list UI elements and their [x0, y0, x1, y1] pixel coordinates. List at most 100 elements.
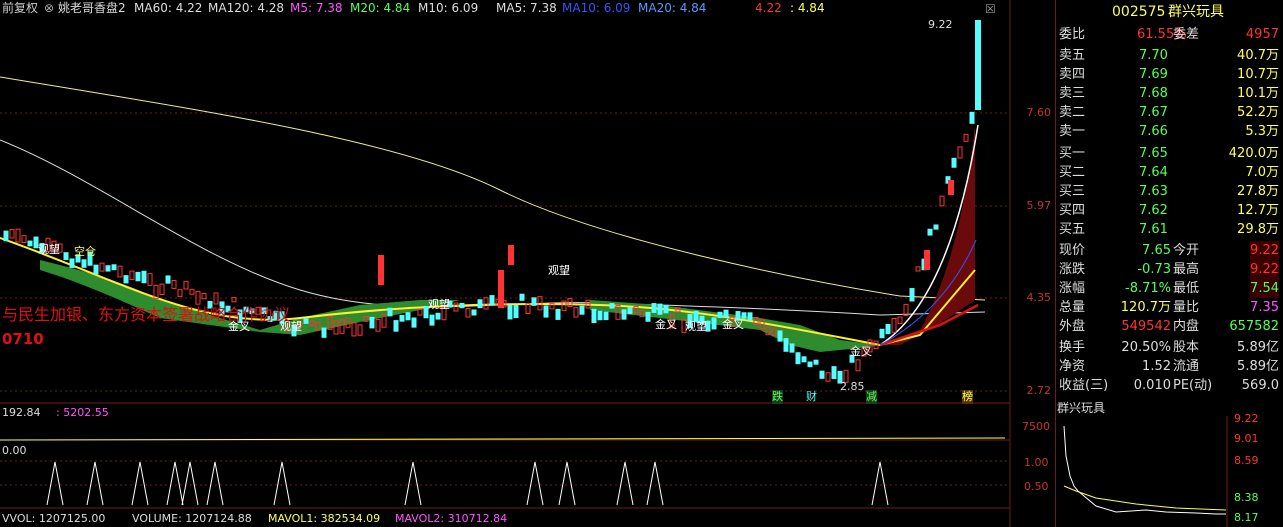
candle: [93, 264, 99, 275]
news-code: 0710: [2, 330, 44, 348]
settings-icon[interactable]: ⊗: [44, 1, 54, 15]
candle: [123, 275, 129, 284]
annotation: 观望: [685, 320, 707, 333]
candle: [141, 270, 147, 284]
fin-row[interactable]: 换手 20.50% 股本 5.89亿: [1055, 338, 1283, 357]
kline-chart[interactable]: [0, 0, 1050, 527]
candle: [783, 338, 789, 352]
quote-row[interactable]: 涨幅 -8.71% 最低 7.54: [1055, 279, 1283, 298]
candle: [879, 328, 885, 339]
candle: [801, 356, 807, 363]
candle: [975, 20, 981, 110]
mini-avg-line: [1063, 485, 1227, 511]
y-tick: 7.60: [1026, 106, 1052, 119]
ma60-value: MA60: 4.22: [134, 1, 203, 15]
ind3-tick: 0.50: [1024, 480, 1049, 493]
y-tick: 2.72: [1026, 384, 1052, 397]
candle: [609, 303, 615, 309]
candle: [393, 320, 399, 332]
candle: [579, 305, 585, 315]
buy-row[interactable]: 买一 7.65 420.0万: [1055, 144, 1283, 163]
candle: [81, 259, 87, 268]
candle: [747, 312, 753, 321]
candle: [405, 312, 411, 321]
quote-row[interactable]: 外盘 549542 内盘 657582: [1055, 317, 1283, 336]
candle: [555, 308, 561, 320]
vvol-value: VVOL: 1207125.00: [2, 512, 106, 525]
low-label: 2.85: [840, 380, 865, 393]
sell-row[interactable]: 卖四 7.69 10.7万: [1055, 65, 1283, 84]
candle: [135, 271, 141, 282]
quote-row[interactable]: 涨跌 -0.73 最高 9.22: [1055, 260, 1283, 279]
ma20-value: MA20: 4.84: [638, 1, 707, 15]
candle: [627, 307, 633, 315]
candle: [603, 311, 609, 321]
stock-code: 002575: [1112, 4, 1166, 20]
fin-row[interactable]: 净资 1.52 流通 5.89亿: [1055, 357, 1283, 376]
candle: [165, 275, 171, 284]
candle: [489, 295, 495, 306]
restore-label[interactable]: 前复权: [2, 1, 38, 15]
sell-row[interactable]: 卖三 7.68 10.1万: [1055, 84, 1283, 103]
candle: [969, 111, 975, 124]
sell-row[interactable]: 卖二 7.67 52.2万: [1055, 103, 1283, 122]
candle: [621, 309, 627, 320]
candle: [924, 250, 930, 270]
weibi-row: 委比 61.55% 委差 4957: [1059, 27, 1279, 42]
candle: [513, 305, 519, 319]
quote-row[interactable]: 现价 7.65 今开 9.22: [1055, 241, 1283, 260]
candle: [933, 224, 939, 230]
candle: [831, 366, 837, 379]
buy-row[interactable]: 买二 7.64 7.0万: [1055, 163, 1283, 182]
sell-row[interactable]: 卖五 7.70 40.7万: [1055, 46, 1283, 65]
buy-row[interactable]: 买三 7.63 27.8万: [1055, 182, 1283, 201]
mavol2-value: MAVOL2: 310712.84: [395, 512, 508, 525]
buy-row[interactable]: 买四 7.62 12.7万: [1055, 201, 1283, 220]
signal-die: 跌: [772, 390, 783, 404]
candle: [507, 304, 513, 320]
m5-value: M5: 7.38: [290, 1, 343, 15]
candle: [951, 157, 957, 168]
indicator-name[interactable]: 姚老哥香盘2: [58, 1, 126, 15]
news-overlay: 与民生加银、东方资本签署战略合作协议: [2, 305, 291, 324]
buy-row[interactable]: 买五 7.61 29.8万: [1055, 220, 1283, 239]
candle: [105, 265, 111, 272]
close-icon[interactable]: ☒: [985, 2, 996, 16]
candle: [459, 302, 465, 309]
high-label: 9.22: [928, 18, 953, 31]
candle: [69, 258, 75, 268]
mini-tick: 8.59: [1234, 454, 1259, 467]
candle: [723, 309, 729, 318]
candle: [789, 343, 795, 353]
candle: [813, 359, 819, 365]
ma120-value: MA120: 4.28: [208, 1, 285, 15]
volume-value: VOLUME: 1207124.88: [132, 512, 252, 525]
candle: [321, 327, 327, 338]
quote-row[interactable]: 总量 120.7万 量比 7.35: [1055, 298, 1283, 317]
candle: [948, 180, 954, 195]
candle: [597, 310, 603, 321]
candle: [378, 255, 384, 285]
candle: [435, 312, 441, 320]
annotation: 观望: [38, 243, 60, 256]
mini-tick: 8.38: [1234, 491, 1259, 504]
candle: [795, 352, 801, 365]
mini-price-line: [1063, 425, 1226, 515]
candle: [909, 288, 915, 302]
signal-bang: 榜: [962, 390, 973, 404]
candle: [777, 330, 783, 342]
fin-row[interactable]: 收益(三) 0.010 PE(动) 569.0: [1055, 376, 1283, 395]
candle: [27, 240, 33, 247]
candle: [591, 308, 597, 324]
annotation: 观望: [548, 264, 570, 277]
candle: [303, 318, 309, 324]
annotation: 金叉: [850, 345, 872, 358]
candle: [885, 323, 891, 335]
ind3-tick: 1.00: [1024, 456, 1049, 469]
sell-row[interactable]: 卖一 7.66 5.3万: [1055, 122, 1283, 141]
candle: [519, 293, 525, 301]
mini-tick: 8.17: [1234, 511, 1259, 524]
signal-jian: 减: [866, 390, 877, 404]
mini-title: 群兴玩具: [1057, 401, 1106, 415]
mavol1-value: MAVOL1: 382534.09: [268, 512, 381, 525]
